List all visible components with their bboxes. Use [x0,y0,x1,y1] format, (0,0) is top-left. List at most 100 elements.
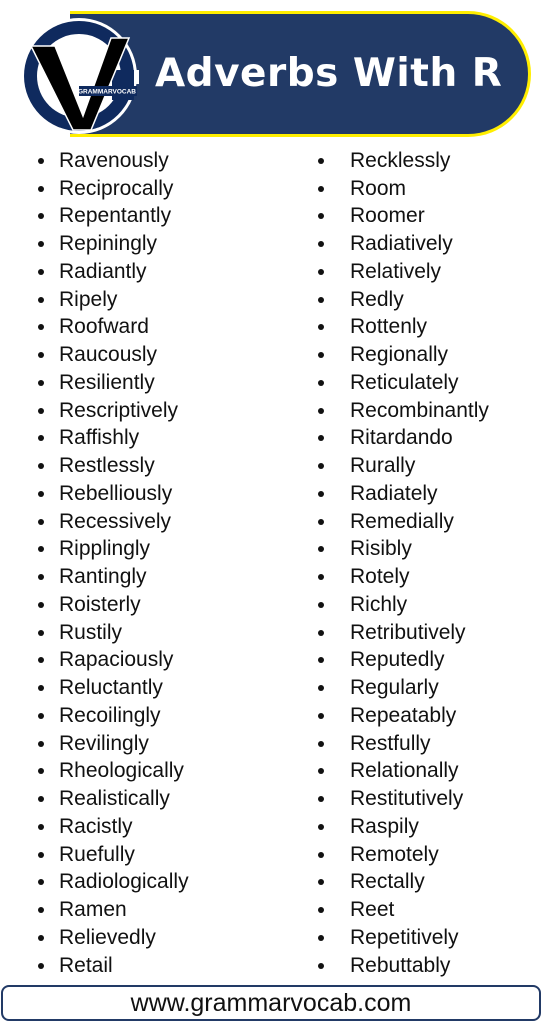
list-item: Regionally [318,341,489,369]
bullet-icon [38,157,44,164]
bullet-icon [38,685,44,692]
adverb-text: Ruefully [59,842,135,866]
adverb-text: Radiatively [350,232,453,256]
bullet-icon [318,546,324,553]
bullet-icon [38,518,44,525]
adverb-text: Roisterly [59,592,141,616]
list-item: Rescriptively [32,397,189,425]
list-item: Roofward [32,314,189,342]
adverb-text: Rebelliously [59,481,173,505]
adverb-text: Racistly [59,814,133,838]
adverb-text: Regionally [350,343,449,367]
list-item: Rottenly [318,314,489,342]
website-footer[interactable]: www.grammarvocab.com [1,985,541,1021]
adverb-text: Recombinantly [350,398,489,422]
bullet-icon [38,768,44,775]
list-item: Rapaciously [32,647,189,675]
adverb-text: Risibly [350,537,412,561]
adverb-text: Radiantly [59,259,147,283]
bullet-icon [318,851,324,858]
adverb-text: Reciprocally [59,176,174,200]
list-item: Radiatively [318,230,489,258]
list-item: Rurally [318,452,489,480]
list-item: Restlessly [32,452,189,480]
list-item: Roomer [318,203,489,231]
adverb-text: Rurally [350,454,416,478]
bullet-icon [318,657,324,664]
adverb-text: Roofward [59,315,149,339]
bullet-icon [318,574,324,581]
adverb-text: Relationally [350,759,459,783]
adverb-text: Retail [59,953,113,977]
logo-text: GRAMMARVOCAB [78,89,136,96]
adverb-text: Rheologically [59,759,184,783]
bullet-icon [38,490,44,497]
list-item: Repiningly [32,230,189,258]
bullet-icon [318,213,324,220]
bullet-icon [318,685,324,692]
bullet-icon [318,435,324,442]
adverb-list-right: Recklessly Room Roomer Radiatively Relativel… [318,147,489,980]
bullet-icon [318,324,324,331]
bullet-icon [38,185,44,192]
adverb-text: Ravenously [59,148,169,172]
list-item: Repetitively [318,924,489,952]
bullet-icon [318,241,324,248]
adverb-text: Rantingly [59,565,147,589]
list-item: Room [318,175,489,203]
bullet-icon [318,962,324,969]
list-item: Ravenously [32,147,189,175]
bullet-icon [318,712,324,719]
list-item: Recessively [32,508,189,536]
list-item: Retributively [318,619,489,647]
adverb-text: Repetitively [350,925,459,949]
list-item: Radiologically [32,869,189,897]
list-item: Ripplingly [32,536,189,564]
grammarvocab-logo-icon: GRAMMARVOCAB [21,18,139,134]
bullet-icon [318,490,324,497]
adverb-text: Remedially [350,509,454,533]
bullet-icon [38,934,44,941]
bullet-icon [318,518,324,525]
adverb-text: Rottenly [350,315,428,339]
bullet-icon [38,796,44,803]
list-item: Radiately [318,480,489,508]
list-item: Reluctantly [32,674,189,702]
bullet-icon [318,185,324,192]
bullet-icon [318,352,324,359]
adverb-text: Revilingly [59,731,149,755]
adverb-text: Rectally [350,870,425,894]
bullet-icon [38,962,44,969]
adverb-text: Rotely [350,565,410,589]
list-item: Restitutively [318,785,489,813]
bullet-icon [318,934,324,941]
bullet-icon [318,823,324,830]
list-item: Ruefully [32,841,189,869]
bullet-icon [38,241,44,248]
adverb-text: Raspily [350,814,419,838]
bullet-icon [318,463,324,470]
bullet-icon [38,296,44,303]
bullet-icon [38,574,44,581]
list-item: Remedially [318,508,489,536]
bullet-icon [318,379,324,386]
list-item: Relationally [318,758,489,786]
adverb-text: Recklessly [350,148,451,172]
adverb-text: Repiningly [59,232,158,256]
bullet-icon [38,851,44,858]
bullet-icon [38,879,44,886]
list-item: Reciprocally [32,175,189,203]
list-item: Repeatably [318,702,489,730]
list-item: Reputedly [318,647,489,675]
list-item: Rectally [318,869,489,897]
list-item: Raucously [32,341,189,369]
list-item: Rantingly [32,563,189,591]
adverb-text: Room [350,176,407,200]
adverb-text: Ramen [59,898,127,922]
website-url[interactable]: www.grammarvocab.com [131,989,412,1017]
list-item: Reet [318,896,489,924]
adverb-text: Resiliently [59,370,155,394]
adverb-text: Relatively [350,259,442,283]
list-item: Relatively [318,258,489,286]
bullet-icon [318,796,324,803]
